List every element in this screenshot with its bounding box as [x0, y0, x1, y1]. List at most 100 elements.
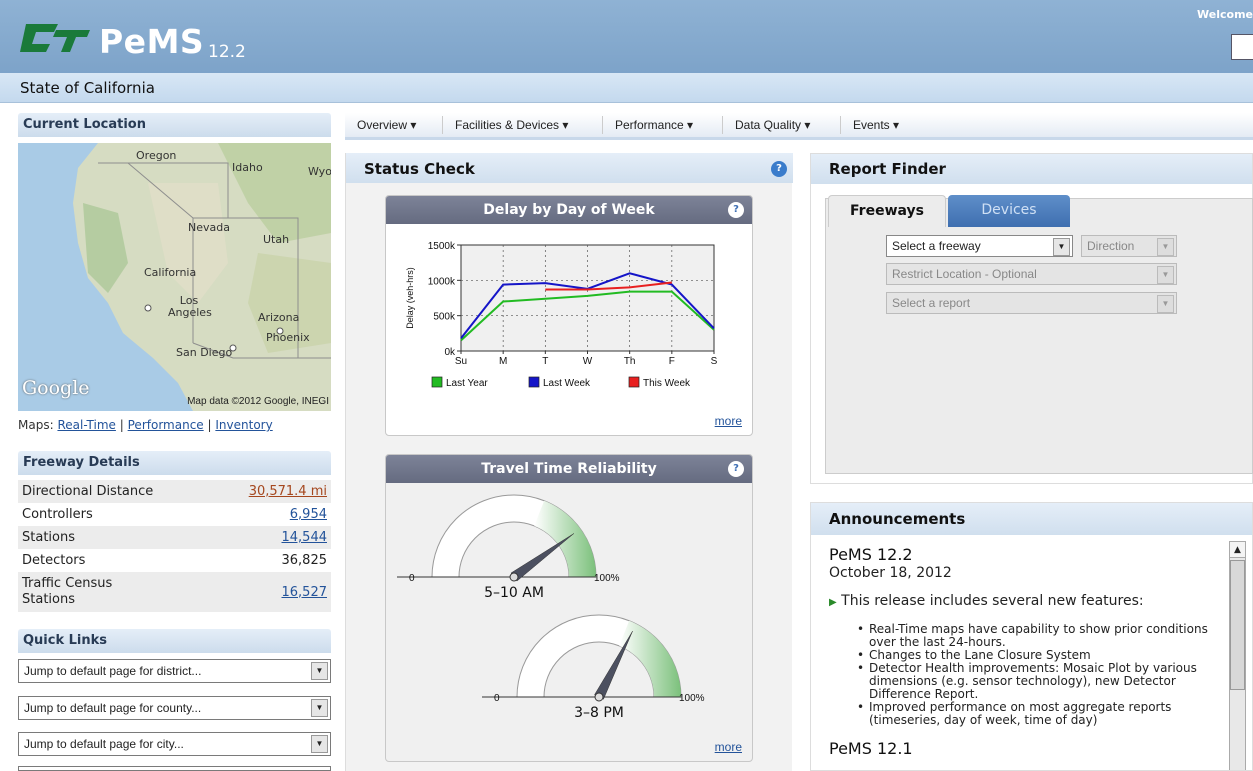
nav-events[interactable]: Events ▾	[853, 118, 899, 132]
google-logo[interactable]: Google	[22, 377, 90, 399]
fd-label: Traffic Census Stations	[22, 576, 113, 607]
help-icon[interactable]: ?	[728, 202, 744, 218]
delay-widget: Delay by Day of Week ? 0k 500k 1000k 1500k S…	[385, 195, 753, 436]
list-item: Real-Time maps have capability to show p…	[857, 623, 1217, 649]
fd-row-detectors: Detectors 36,825	[18, 549, 331, 572]
list-item: Detector Health improvements: Mosaic Plo…	[857, 662, 1217, 701]
chevron-down-icon: ▼	[311, 735, 328, 753]
direction-select[interactable]: Direction ▼	[1081, 235, 1177, 257]
announcement-features: Real-Time maps have capability to show p…	[857, 623, 1217, 727]
maps-link-realtime[interactable]: Real-Time	[57, 418, 115, 432]
caltrans-logo-icon[interactable]	[18, 20, 92, 56]
link-separator: |	[119, 418, 124, 432]
reliability-widget-header: Travel Time Reliability ?	[386, 455, 752, 483]
caret-down-icon: ▾	[893, 118, 900, 132]
legend-swatch	[628, 376, 640, 388]
district-select-value: Jump to default page for district...	[24, 664, 202, 678]
nav-performance[interactable]: Performance ▾	[615, 118, 693, 132]
fd-value-link[interactable]: 30,571.4 mi	[249, 484, 327, 499]
report-finder-body: Freeways Devices Select a freeway ▼ Dire…	[825, 195, 1253, 474]
delay-more-link[interactable]: more	[715, 414, 742, 428]
nav-overview[interactable]: Overview ▾	[357, 118, 416, 132]
scroll-thumb[interactable]	[1230, 560, 1245, 690]
maps-link-inventory[interactable]: Inventory	[215, 418, 272, 432]
fd-label: Detectors	[22, 553, 86, 568]
county-select-value: Jump to default page for county...	[24, 701, 202, 715]
location-select-value: Restrict Location - Optional	[892, 267, 1037, 281]
fd-label: Stations	[22, 530, 75, 545]
nav-data-quality[interactable]: Data Quality ▾	[735, 118, 810, 132]
fd-row-distance: Directional Distance 30,571.4 mi	[18, 480, 331, 503]
x-tick-label: M	[499, 356, 507, 367]
tab-freeways[interactable]: Freeways	[828, 195, 946, 227]
x-tick-label: S	[711, 356, 718, 367]
direction-select-value: Direction	[1087, 239, 1135, 253]
help-icon[interactable]: ?	[728, 461, 744, 477]
gauge-needle	[510, 533, 575, 582]
report-finder-title: Report Finder	[811, 154, 1252, 184]
map-label-san-diego: San Diego	[176, 346, 233, 359]
list-item: Improved performance on most aggregate r…	[857, 701, 1217, 727]
app-header: PeMS 12.2 Welcome	[0, 0, 1253, 73]
caret-down-icon: ▾	[410, 118, 417, 132]
fd-value-link[interactable]: 6,954	[290, 507, 327, 522]
freeway-select-value: Select a freeway	[892, 239, 981, 253]
caret-down-icon: ▾	[562, 118, 569, 132]
fd-value-link[interactable]: 16,527	[282, 585, 328, 600]
y-axis-label: Delay (veh-hrs)	[405, 267, 415, 329]
current-location-title: Current Location	[18, 113, 331, 137]
scroll-up-icon[interactable]: ▲	[1230, 542, 1245, 558]
delay-chart: 0k500k1000k1500kSu M T W Th F SDelay (veh-hrs)…	[405, 241, 718, 389]
city-select-value: Jump to default page for city...	[24, 737, 184, 751]
nav-divider	[840, 116, 841, 134]
legend-label: Last Year	[446, 378, 488, 389]
nav-divider	[722, 116, 723, 134]
district-select[interactable]: Jump to default page for district... ▼	[18, 659, 331, 683]
freeway-select[interactable]: Select a freeway ▼	[886, 235, 1073, 257]
maps-links: Maps: Real-Time | Performance | Inventor…	[18, 418, 273, 432]
announcement-intro[interactable]: ▶ This release includes several new feat…	[829, 593, 1217, 609]
delay-widget-title: Delay by Day of Week	[483, 202, 655, 218]
help-icon[interactable]: ?	[771, 161, 787, 177]
caret-down-icon: ▾	[687, 118, 694, 132]
caret-down-icon: ▾	[804, 118, 811, 132]
login-input[interactable]	[1231, 34, 1253, 60]
tab-devices[interactable]: Devices	[948, 195, 1070, 227]
more-select[interactable]	[18, 766, 331, 771]
x-tick-label: T	[542, 356, 548, 367]
legend-label: Last Week	[543, 378, 591, 389]
report-select[interactable]: Select a report ▼	[886, 292, 1177, 314]
fd-row-census: Traffic Census Stations 16,527	[18, 572, 331, 612]
city-select[interactable]: Jump to default page for city... ▼	[18, 732, 331, 756]
reliability-widget: Travel Time Reliability ? 0 100% 5–10 AM 0 1…	[385, 454, 753, 762]
nav-facilities-devices[interactable]: Facilities & Devices ▾	[455, 118, 568, 132]
announcement-intro-text: This release includes several new featur…	[841, 593, 1144, 609]
gauge-max-label: 100%	[594, 573, 620, 584]
announcement-version: PeMS 12.2	[829, 545, 913, 564]
announcements-body: PeMS 12.2 October 18, 2012 ▶ This releas…	[829, 545, 1217, 758]
county-select[interactable]: Jump to default page for county... ▼	[18, 696, 331, 720]
app-name[interactable]: PeMS	[99, 22, 204, 61]
gauge-period-label: 5–10 AM	[484, 585, 544, 601]
chevron-down-icon: ▼	[1053, 238, 1070, 256]
map-attribution[interactable]: Map data ©2012 Google, INEGI	[187, 396, 329, 407]
welcome-text: Welcome	[1197, 8, 1253, 21]
fd-value-link[interactable]: 14,544	[282, 530, 328, 545]
maps-link-performance[interactable]: Performance	[128, 418, 204, 432]
legend-label: This Week	[643, 378, 691, 389]
location-map[interactable]: Oregon Idaho Wyor Nevada Utah California…	[18, 143, 331, 411]
reliability-more-link[interactable]: more	[715, 740, 742, 754]
map-label-arizona: Arizona	[258, 311, 300, 324]
announcements-scrollbar[interactable]: ▲	[1229, 541, 1246, 770]
reliability-widget-title: Travel Time Reliability	[481, 461, 657, 477]
map-label-california: California	[144, 266, 197, 279]
gauge-min-label: 0	[409, 573, 415, 584]
chevron-down-icon: ▼	[1157, 266, 1174, 284]
chevron-down-icon: ▼	[311, 699, 328, 717]
announcement-date: October 18, 2012	[829, 565, 952, 581]
status-check-panel: Status Check ? Delay by Day of Week ? 0k…	[345, 153, 793, 771]
map-label-idaho: Idaho	[232, 161, 263, 174]
legend-swatch	[528, 376, 540, 388]
location-select[interactable]: Restrict Location - Optional ▼	[886, 263, 1177, 285]
gauge-max-label: 100%	[679, 693, 705, 704]
